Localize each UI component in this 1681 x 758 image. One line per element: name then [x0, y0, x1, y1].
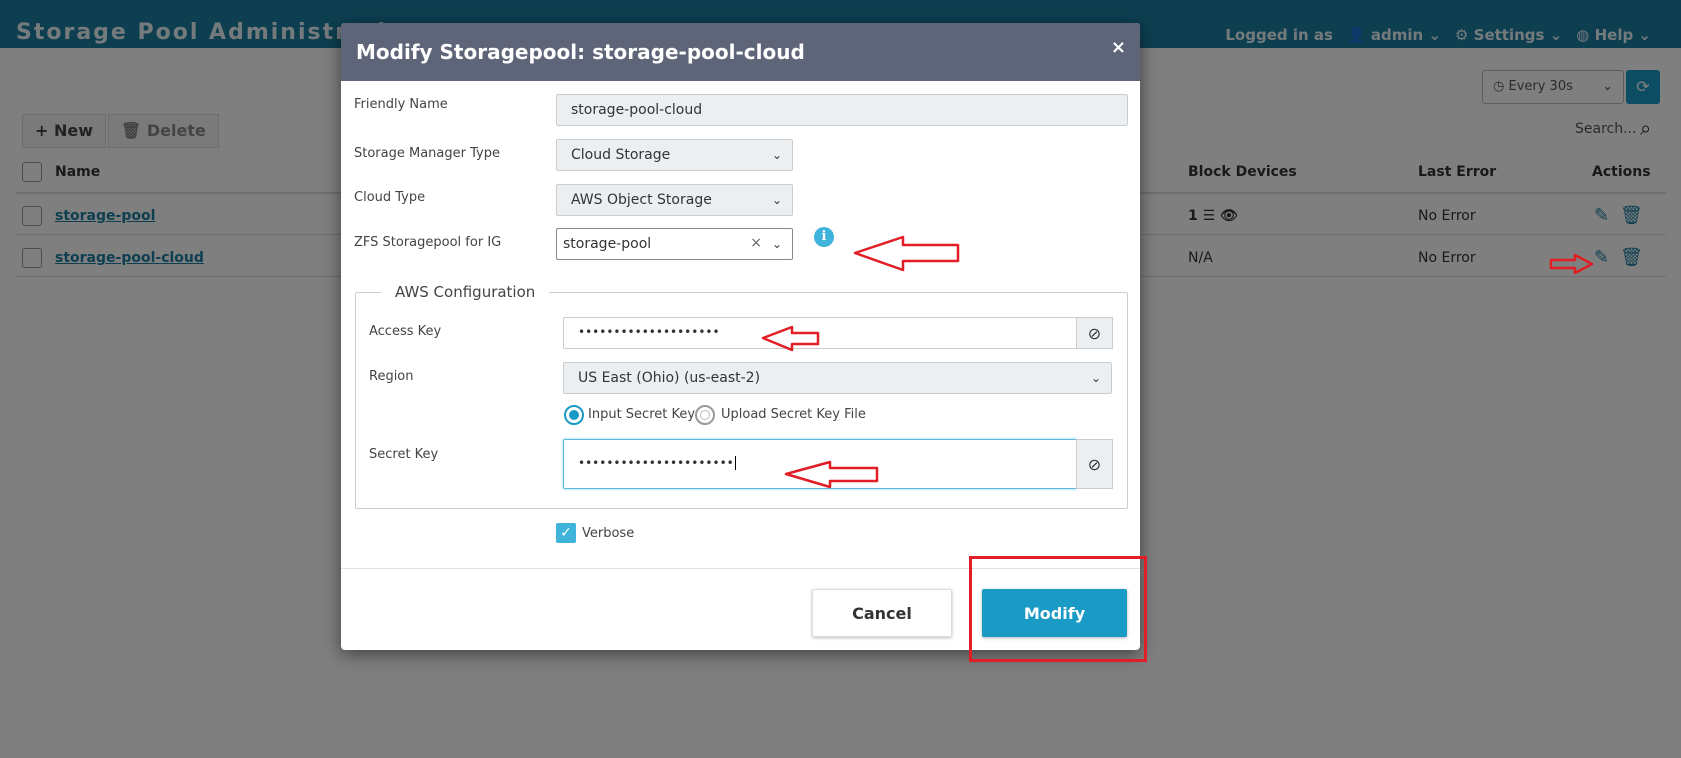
clear-icon[interactable]: × — [750, 235, 762, 251]
manager-type-label: Storage Manager Type — [354, 146, 500, 161]
modify-storagepool-dialog: Modify Storagepool: storage-pool-cloud ×… — [341, 23, 1140, 650]
input-secret-key-label[interactable]: Input Secret Key — [588, 407, 695, 422]
cloud-type-select[interactable]: AWS Object Storage ⌄ — [556, 184, 793, 216]
modal-title: Modify Storagepool: storage-pool-cloud — [356, 40, 805, 64]
modal-header: Modify Storagepool: storage-pool-cloud × — [341, 23, 1140, 81]
zfs-pool-select[interactable]: storage-pool × ⌄ — [556, 228, 793, 260]
secret-key-input[interactable]: •••••••••••••••••••••• — [563, 439, 1077, 489]
secret-key-label: Secret Key — [369, 447, 439, 462]
zfs-pool-label: ZFS Storagepool for IG — [354, 235, 502, 250]
footer-divider — [341, 568, 1140, 569]
chevron-down-icon: ⌄ — [771, 237, 782, 251]
cancel-button[interactable]: Cancel — [812, 589, 952, 637]
cloud-type-label: Cloud Type — [354, 190, 426, 205]
toggle-visibility-button[interactable]: ⊘ — [1076, 439, 1113, 489]
region-select[interactable]: US East (Ohio) (us-east-2) ⌄ — [563, 362, 1112, 394]
manager-type-select[interactable]: Cloud Storage ⌄ — [556, 139, 793, 171]
verbose-checkbox[interactable]: ✓ — [556, 523, 576, 543]
friendly-name-field[interactable]: storage-pool-cloud — [556, 94, 1128, 126]
text-cursor — [734, 456, 740, 470]
aws-configuration-legend: AWS Configuration — [381, 283, 550, 301]
region-label: Region — [369, 369, 414, 384]
eye-slash-icon: ⊘ — [1087, 323, 1102, 343]
upload-secret-key-radio[interactable] — [695, 405, 715, 425]
eye-slash-icon: ⊘ — [1087, 454, 1102, 474]
modify-button[interactable]: Modify — [982, 589, 1127, 637]
input-secret-key-radio[interactable] — [564, 405, 584, 425]
chevron-down-icon: ⌄ — [771, 148, 782, 162]
info-icon[interactable]: i — [814, 227, 834, 247]
upload-secret-key-label[interactable]: Upload Secret Key File — [721, 407, 866, 422]
toggle-visibility-button[interactable]: ⊘ — [1076, 317, 1113, 349]
access-key-input[interactable]: •••••••••••••••••••• — [563, 317, 1077, 349]
close-icon[interactable]: × — [1111, 37, 1126, 58]
friendly-name-label: Friendly Name — [354, 97, 448, 112]
access-key-label: Access Key — [369, 324, 442, 339]
chevron-down-icon: ⌄ — [771, 193, 782, 207]
verbose-label[interactable]: Verbose — [582, 526, 634, 541]
chevron-down-icon: ⌄ — [1090, 371, 1101, 385]
